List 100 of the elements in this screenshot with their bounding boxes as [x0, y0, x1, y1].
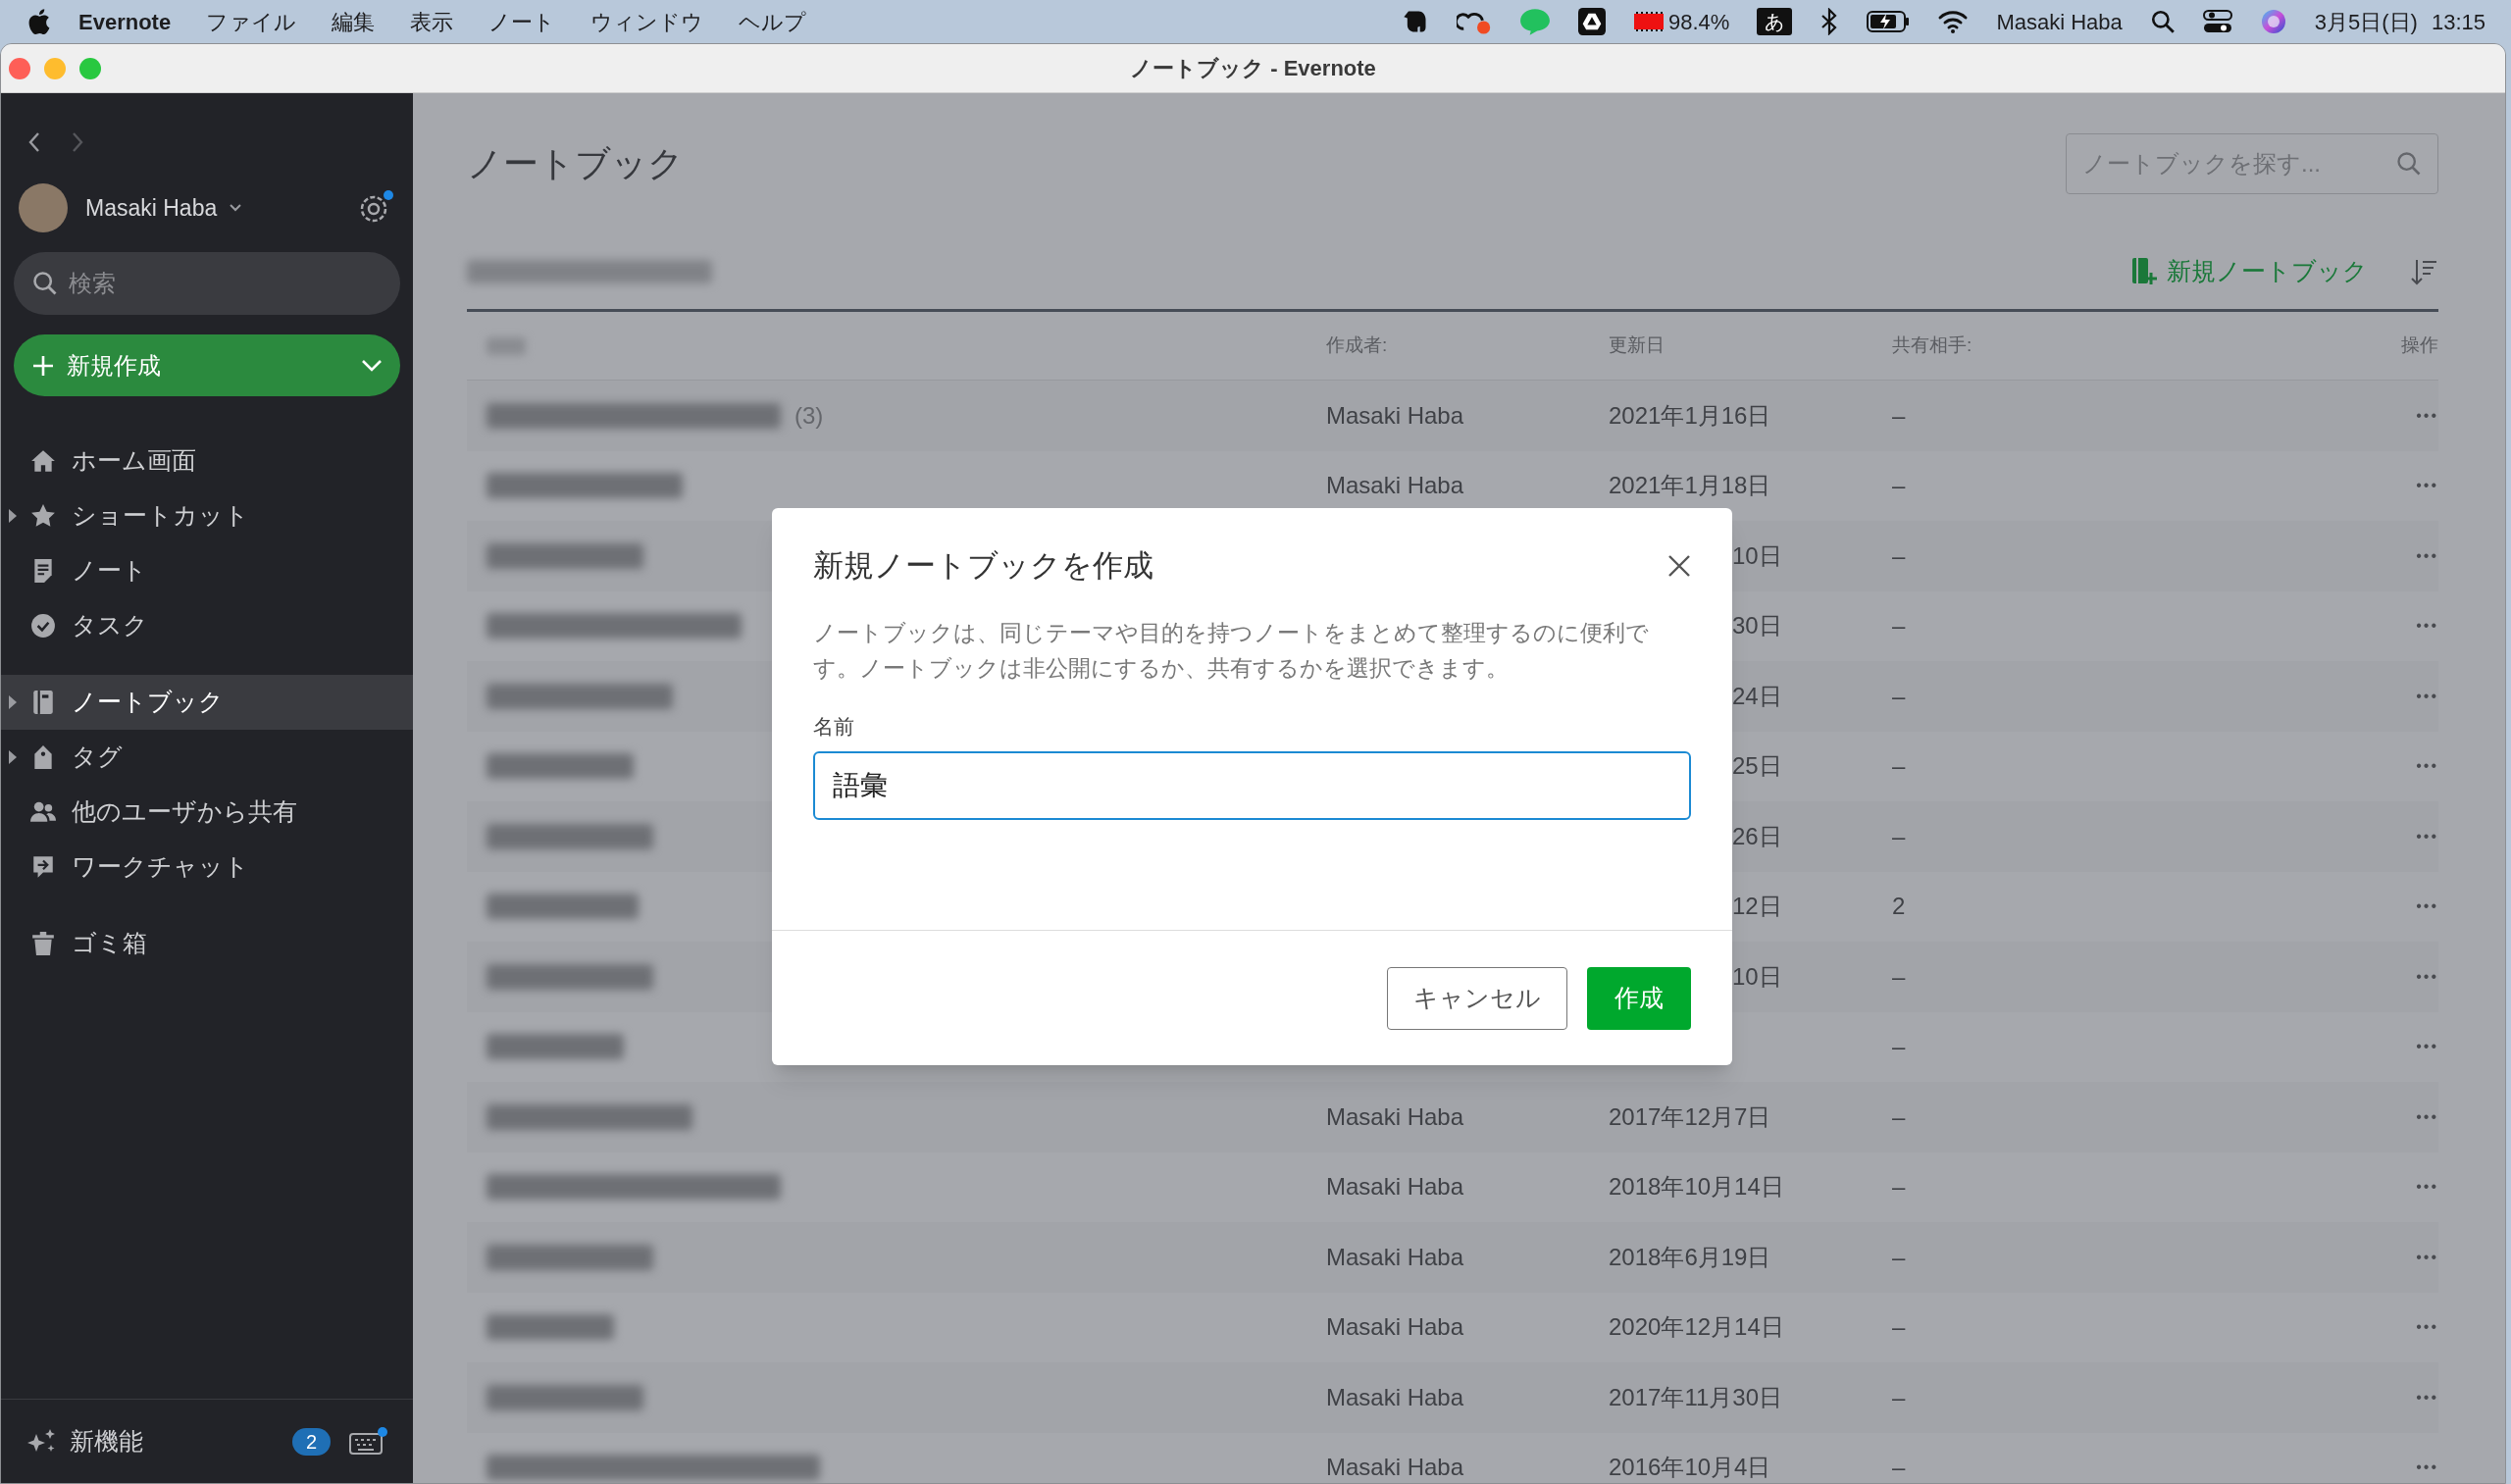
table-cell-text: –: [1892, 1453, 1907, 1483]
whats-new-link[interactable]: 新機能: [70, 1422, 143, 1460]
chevron-down-icon: [361, 358, 383, 373]
notebook-icon: [30, 690, 56, 715]
more-options-button[interactable]: •••: [2416, 684, 2438, 708]
search-icon[interactable]: [2149, 9, 2176, 34]
control-center-icon[interactable]: [2202, 9, 2232, 34]
more-options-button[interactable]: •••: [2416, 1385, 2438, 1409]
expand-arrow-icon[interactable]: [9, 509, 17, 523]
close-window-button[interactable]: [9, 57, 30, 79]
input-mode-indicator[interactable]: あ: [1757, 8, 1793, 35]
assistant-orb-icon[interactable]: [2259, 8, 2287, 35]
chat-icon: [30, 854, 56, 880]
more-options-button[interactable]: •••: [2416, 754, 2438, 779]
menu-item[interactable]: ヘルプ: [739, 5, 807, 38]
table-cell-text: –: [1892, 1172, 1907, 1203]
menu-item[interactable]: ファイル: [206, 5, 297, 38]
keyboard-icon[interactable]: [348, 1425, 387, 1458]
more-options-button[interactable]: •••: [2416, 614, 2438, 639]
wifi-icon[interactable]: [1937, 9, 1970, 34]
table-cell-text: Masaki Haba: [1326, 1312, 1465, 1343]
app-name-menu[interactable]: Evernote: [78, 5, 172, 38]
sidebar-item[interactable]: タスク: [1, 598, 413, 653]
more-options-button[interactable]: •••: [2416, 1035, 2438, 1059]
more-options-button[interactable]: •••: [2416, 1456, 2438, 1480]
sidebar-item[interactable]: ノート: [1, 543, 413, 598]
cancel-button[interactable]: キャンセル: [1387, 966, 1567, 1030]
menu-bar-date[interactable]: 3月5日(日): [2314, 5, 2418, 38]
more-options-button[interactable]: •••: [2416, 403, 2438, 428]
column-header: 更新日: [1609, 333, 1665, 358]
table-cell-text: Masaki Haba: [1326, 1172, 1465, 1203]
more-options-button[interactable]: •••: [2416, 1245, 2438, 1269]
table-cell-text: –: [1892, 400, 1907, 431]
table-cell-text: –: [1892, 1032, 1907, 1062]
close-icon[interactable]: [1667, 554, 1691, 579]
more-options-button[interactable]: •••: [2416, 895, 2438, 919]
more-options-button[interactable]: •••: [2416, 543, 2438, 568]
table-cell-text: 24日: [1732, 681, 1782, 711]
more-options-button[interactable]: •••: [2416, 1315, 2438, 1340]
sidebar-item[interactable]: ゴミ箱: [1, 916, 413, 971]
table-cell-text: Masaki Haba: [1326, 1242, 1465, 1272]
menu-bar-clock[interactable]: 13:15: [2431, 5, 2485, 38]
avatar[interactable]: [19, 183, 68, 232]
battery-icon[interactable]: [1867, 10, 1911, 33]
table-cell-text: –: [1892, 961, 1907, 992]
table-cell-text: –: [1892, 471, 1907, 501]
table-cell-text: –: [1892, 1101, 1907, 1132]
name-input-field[interactable]: 語彙: [813, 751, 1691, 820]
table-cell-text: Masaki Haba: [1326, 1101, 1465, 1132]
memory-chip-icon[interactable]: [1633, 11, 1665, 32]
table-cell-text: 2016年10月4日: [1609, 1453, 1771, 1483]
sidebar-item[interactable]: タグ: [1, 730, 413, 785]
drive-icon[interactable]: [1578, 8, 1607, 35]
cpu-percentage: 98.4%: [1668, 8, 1730, 36]
table-cell-text: –: [1892, 1312, 1907, 1343]
star-icon: [30, 503, 56, 529]
more-options-button[interactable]: •••: [2416, 474, 2438, 498]
more-options-button[interactable]: •••: [2416, 824, 2438, 848]
account-name[interactable]: Masaki Haba: [85, 190, 218, 226]
expand-arrow-icon[interactable]: [9, 695, 17, 709]
menu-item[interactable]: ウィンドウ: [590, 5, 704, 38]
table-cell-text: –: [1892, 681, 1907, 711]
menu-item[interactable]: 編集: [332, 5, 376, 38]
table-cell-text: Masaki Haba: [1326, 1382, 1465, 1412]
check-circle-icon: [30, 613, 56, 639]
column-header: 作成者:: [1326, 333, 1389, 358]
sidebar-item[interactable]: ホーム画面: [1, 434, 413, 488]
table-cell-text: 2021年1月18日: [1609, 471, 1771, 501]
column-header: 操作: [2400, 333, 2438, 358]
people-icon: [30, 799, 56, 825]
dialog-description: ノートブックは、同じテーマや目的を持つノートをまとめて整理するのに便利です。ノートブックは非公開にするか、共有するかを選択できます。: [812, 618, 1650, 683]
home-icon: [30, 448, 56, 474]
table-cell-text: 2018年6月19日: [1609, 1242, 1771, 1272]
more-options-button[interactable]: •••: [2416, 1104, 2438, 1129]
count-badge: 2: [291, 1427, 331, 1456]
table-cell-text: –: [1892, 1382, 1907, 1412]
column-header: 共有相手:: [1892, 333, 1973, 358]
notebook-add-icon: [2131, 256, 2157, 286]
table-cell-text: –: [1892, 821, 1907, 851]
menu-item[interactable]: ノート: [488, 5, 556, 38]
plus-icon: [31, 353, 55, 378]
sidebar-item[interactable]: 他のユーザから共有: [1, 785, 413, 840]
table-cell-text: 10日: [1732, 961, 1782, 992]
search-field[interactable]: ノートブックを探す...: [2066, 133, 2438, 194]
menu-item[interactable]: 表示: [410, 5, 454, 38]
new-note-button[interactable]: 新規作成: [14, 334, 400, 396]
search-field[interactable]: 検索: [14, 252, 400, 315]
chevron-down-icon[interactable]: [229, 203, 243, 213]
sidebar-item[interactable]: ワークチャット: [1, 840, 413, 895]
user-name-menu[interactable]: Masaki Haba: [1996, 5, 2123, 38]
expand-arrow-icon[interactable]: [9, 750, 17, 764]
table-cell-text: –: [1892, 611, 1907, 641]
window-title: ノートブック - Evernote: [1130, 55, 1376, 82]
sidebar-item[interactable]: ショートカット: [1, 488, 413, 543]
table-cell-text: 2: [1892, 892, 1907, 922]
more-options-button[interactable]: •••: [2416, 964, 2438, 989]
search-icon: [2395, 150, 2423, 178]
sidebar-item[interactable]: ノートブック: [1, 675, 413, 730]
table-cell-text: –: [1892, 1242, 1907, 1272]
more-options-button[interactable]: •••: [2416, 1175, 2438, 1200]
